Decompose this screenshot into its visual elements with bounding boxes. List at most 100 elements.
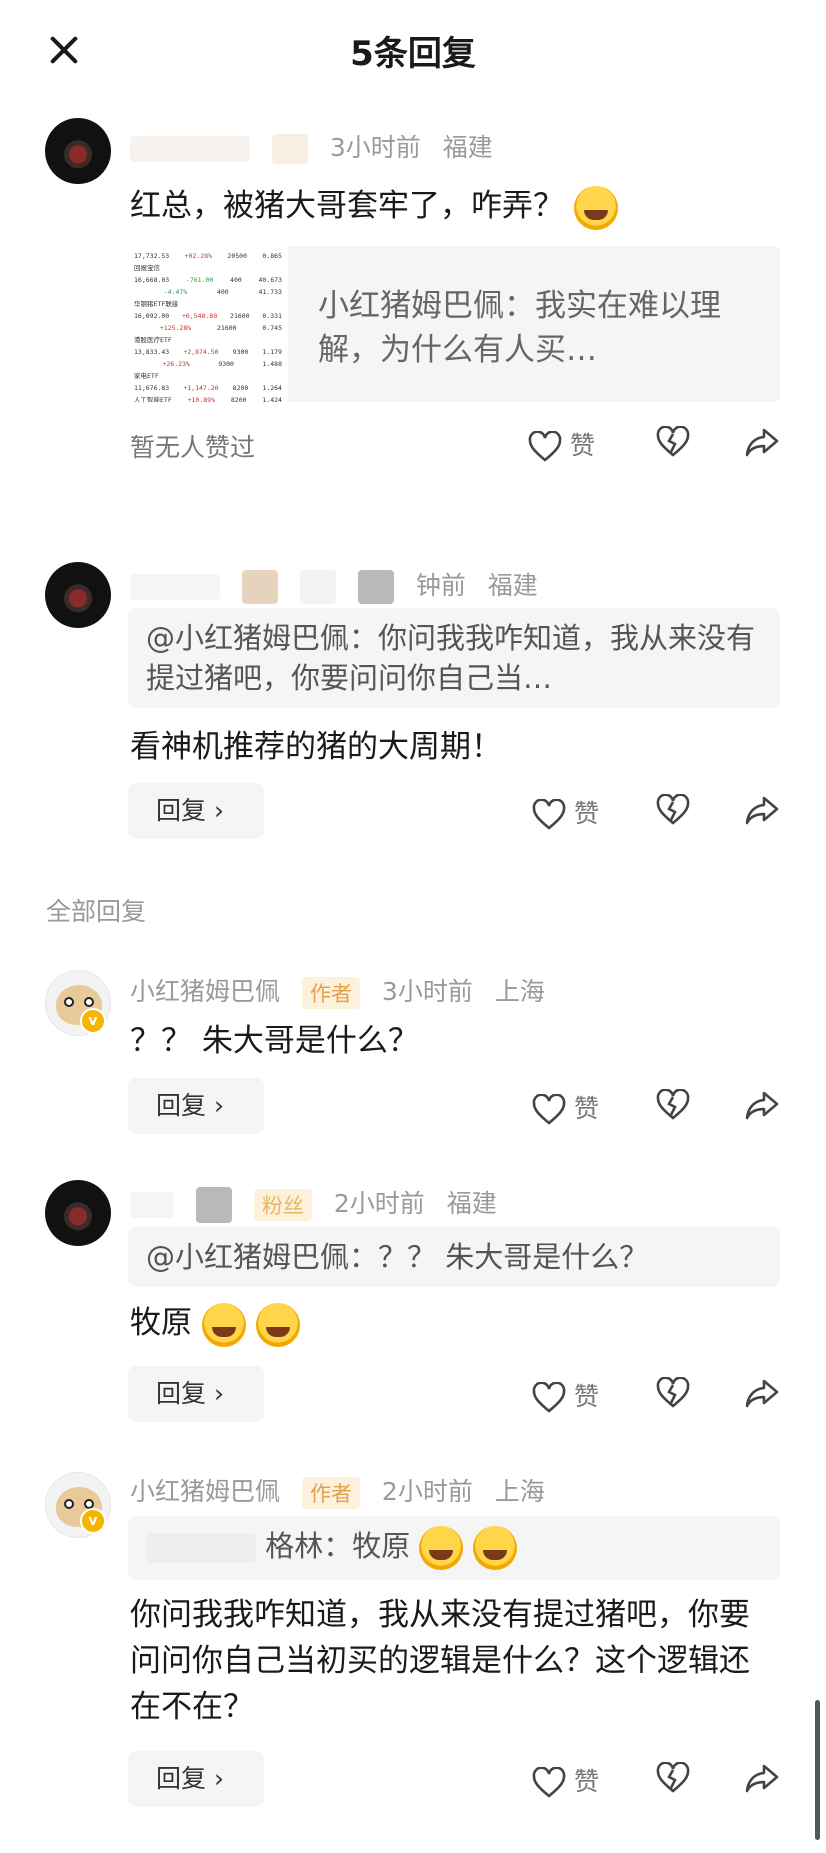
like-button[interactable]: 赞 [532,1762,599,1799]
like-button[interactable]: 赞 [532,794,599,831]
blurred-username-part [195,1187,232,1223]
no-likes-text: 暂无人赞过 [130,433,256,462]
comment-time: 2小时前 [381,1477,473,1506]
thumbnail-table-row: +125.28% 21600 0.745 [134,322,282,334]
share-icon [745,1091,779,1120]
all-replies-label: 全部回复 [46,897,147,926]
thumbnail-table-row: 回报宝信 [134,262,282,274]
share-button[interactable] [744,1089,780,1121]
crying-laughing-emoji-icon [573,185,618,230]
header-bar: 5条回复 [0,0,826,100]
share-icon [745,1764,779,1793]
comment-text: 你问我我咋知道，我从来没有提过猪吧，你要问问你自己当初买的逻辑是什么？这个逻辑还… [130,1597,750,1725]
broken-heart-icon [656,794,690,825]
heart-icon [532,1382,566,1413]
thumbnail-table-cell: 1.264 [262,384,282,392]
share-icon [745,1379,779,1408]
share-icon [745,796,779,825]
heart-icon [532,799,566,830]
dislike-button[interactable] [656,794,690,826]
like-button[interactable]: 赞 [532,1089,599,1126]
share-button[interactable] [744,1377,780,1409]
thumbnail-table-row: 家电ETF [134,370,282,382]
thumbnail-table-cell: 9300 [232,348,249,356]
quoted-reply[interactable]: @小红猪姆巴佩：你问我我咋知道，我从来没有提过猪吧，你要问问你自己当… [128,608,780,708]
blurred-username [130,1192,174,1218]
thumbnail-table-cell: +26.23% [162,360,190,368]
quoted-text: 格林：牧原 [146,1526,762,1570]
linked-post-card[interactable]: 17,732.53 +02.28% 20500 0.865 回报宝信 16,668.03 -… [128,246,780,402]
dog-eye [64,1499,74,1509]
thumbnail-table-row: 16,668.03 -761.00 400 40.673 [134,274,282,286]
thumbnail-table-row: 华钢猪ETF联接 [134,298,282,310]
dog-eye [84,997,94,1007]
like-label: 赞 [573,799,599,828]
comment-location: 上海 [494,977,545,1006]
author-tag: 作者 [301,977,360,1009]
thumbnail-table-row: +26.23% 9300 1.488 [134,358,282,370]
comment-location: 福建 [442,133,493,162]
avatar[interactable] [45,1180,111,1246]
dislike-button[interactable] [656,1377,690,1409]
thumbnail-table-cell: -761.00 [185,276,214,284]
thumbnail-table-cell: 回报宝信 [134,264,160,272]
dislike-button[interactable] [656,1089,690,1121]
heart-icon [532,1094,566,1125]
verified-badge-icon: v [80,1008,106,1034]
share-icon [745,428,779,457]
thumbnail-table-cell: 11,676.83 [134,384,170,392]
like-button[interactable]: 赞 [532,1377,599,1414]
thumbnail-table-cell: 20500 [227,252,247,260]
comment-time: 3小时前 [381,977,473,1006]
share-button[interactable] [744,794,780,826]
thumbnail-table-cell: +10.89% [187,396,216,402]
reply-button[interactable]: 回复 › [128,783,264,839]
blurred-username [146,1533,256,1563]
reply-button[interactable]: 回复 › [128,1366,264,1422]
thumbnail-table-cell: 16,668.03 [134,276,170,284]
thumbnail-table-cell: 41.733 [258,288,282,296]
author-tag: 作者 [301,1477,360,1509]
thumbnail-table-cell: 13,833.43 [134,348,170,356]
comment-text-content: 牧原 [130,1305,192,1341]
thumbnail-table-cell: 400 [216,288,229,296]
broken-heart-icon [656,1089,690,1120]
quoted-reply[interactable]: @小红猪姆巴佩：？？ 朱大哥是什么？ [128,1227,780,1287]
comment-time: 3小时前 [329,133,421,162]
broken-heart-icon [656,426,690,457]
dislike-button[interactable] [656,1762,690,1794]
quoted-reply[interactable]: 格林：牧原 [128,1516,780,1580]
comment-meta: 小红猪姆巴佩 作者 3小时前 上海 [130,972,559,1009]
thumbnail-table-row: -4.47% 400 41.733 [134,286,282,298]
dislike-button[interactable] [656,426,690,458]
reply-button[interactable]: 回复 › [128,1751,264,1807]
crying-laughing-emoji-icon [419,1526,464,1570]
verified-badge-icon: v [80,1508,106,1534]
thumbnail-table-row: 17,732.53 +02.28% 20500 0.865 [134,250,282,262]
thumbnail-table-cell: 1.488 [262,360,282,368]
reply-button[interactable]: 回复 › [128,1078,264,1134]
author-name[interactable]: 小红猪姆巴佩 [130,1477,280,1506]
comment-text: ？？ 朱大哥是什么？ [130,1023,419,1059]
share-button[interactable] [744,1762,780,1794]
dog-eye [64,997,74,1007]
comment-meta: 3小时前 福建 [130,128,507,164]
scrollbar[interactable] [815,1700,820,1840]
blurred-username-part [241,570,278,604]
thumbnail-table-cell: 21600 [230,312,250,320]
comment-text-content: 红总，被猪大哥套牢了，咋弄？ [130,188,564,224]
like-button[interactable]: 赞 [528,426,595,463]
avatar[interactable] [45,562,111,628]
comment-meta: 粉丝 2小时前 福建 [130,1184,511,1223]
comment-meta: 小红猪姆巴佩 作者 2小时前 上海 [130,1472,559,1509]
thumbnail-table-cell: +02.28% [184,252,213,260]
comment-time: 2小时前 [333,1189,425,1218]
thumbnail-table-cell: 21600 [217,324,237,332]
avatar[interactable] [45,118,111,184]
blurred-badge [271,134,308,164]
author-name[interactable]: 小红猪姆巴佩 [130,977,280,1006]
thumbnail-table-cell: 人工智能ETF [134,396,172,402]
like-label: 赞 [569,431,595,460]
share-button[interactable] [744,426,780,458]
fan-tag: 粉丝 [253,1189,312,1221]
